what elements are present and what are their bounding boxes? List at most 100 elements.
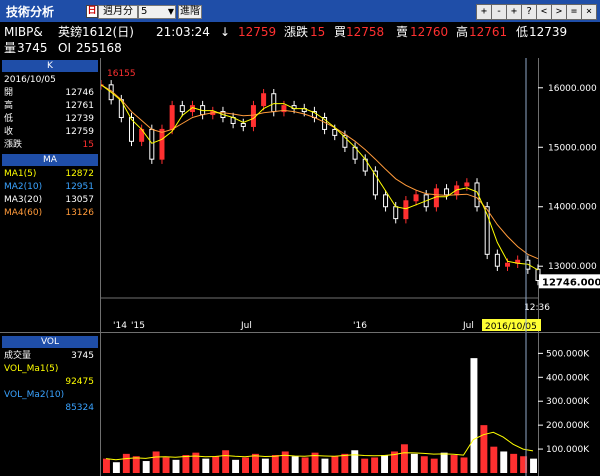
volume-bar [410, 453, 418, 473]
period-day-icon[interactable]: 日 [86, 5, 98, 18]
volume-bar [152, 451, 160, 473]
candle-body [261, 93, 267, 107]
k-row-high: 高 12761 [4, 101, 94, 111]
volume-label: 量 [4, 41, 17, 55]
app-title: 技術分析 [6, 5, 55, 19]
high-marker-label: 16155 [107, 69, 136, 79]
volume-bar [440, 452, 448, 473]
close-icon[interactable]: × [581, 4, 597, 20]
x-tick-label: '14 [113, 321, 127, 331]
volume-bar [182, 455, 190, 473]
candle-body [413, 194, 419, 202]
quote-time: 21:03:24 [156, 25, 210, 39]
volume-bar [371, 457, 379, 473]
volume-bar [142, 461, 150, 473]
period-selector[interactable]: 週月分 [98, 5, 138, 19]
candle-body [494, 253, 500, 267]
volume-chart[interactable]: 500.000K 400.000K 300.000K 200.000K 100.000K [101, 333, 600, 476]
volume-bar [460, 457, 468, 473]
ma-short-line [101, 84, 539, 271]
ma1-row: MA1(5) 12872 [4, 169, 94, 179]
volume-bar [212, 456, 220, 473]
volume-bar [490, 446, 498, 473]
vol-row-volume: 成交量 3745 [4, 351, 94, 361]
ask-value: 12760 [410, 25, 449, 39]
indicator-panel: K 2016/10/05 開 12746 高 12761 低 12739 收 12759… [0, 58, 100, 476]
volume-bar [132, 456, 140, 473]
volume-bar [162, 457, 170, 473]
instrument-name: 英鎊1612(日) [58, 25, 134, 39]
volume-bar [122, 453, 130, 473]
volume-bar [361, 458, 369, 473]
interval-value: 5 [141, 6, 148, 17]
help-icon[interactable]: ? [521, 4, 537, 20]
price-chart[interactable]: 16000.000 15000.000 14000.000 13000.000 1615… [101, 58, 600, 332]
volume-bar [251, 453, 259, 473]
volume-bar [261, 458, 269, 473]
volume-bar [242, 457, 249, 473]
add-icon[interactable]: + [476, 4, 492, 20]
ma-section-header: MA [2, 154, 98, 166]
ma-line [101, 84, 539, 260]
minus-icon[interactable]: - [491, 4, 507, 20]
oi-label: OI [58, 41, 71, 55]
volume-bar [450, 455, 458, 473]
volume-bar [232, 459, 240, 473]
vol-y-tick-label: 200.000K [546, 421, 590, 431]
symbol-code: MIBP& [4, 25, 43, 39]
volume-bar [420, 456, 428, 473]
title-bar: 技術分析 日 週月分 5 ▼ 進階 + - + ? < > = × [0, 0, 600, 22]
low-value: 12739 [529, 25, 568, 39]
layout-icon[interactable]: = [566, 4, 582, 20]
y-tick-label: 15000.000 [548, 143, 597, 153]
ma3-row: MA3(20) 13057 [4, 195, 94, 205]
interval-select[interactable]: 5 ▼ [138, 5, 176, 19]
current-time-label: 12:36 [524, 303, 550, 313]
bid-label: 買 [334, 25, 347, 39]
change-label: 漲跌 [284, 25, 309, 39]
vol-ma2-label: VOL_Ma2(10) [4, 390, 65, 400]
candle-body [393, 206, 399, 220]
volume-bar [510, 453, 518, 473]
scroll-right-icon[interactable]: > [551, 4, 567, 20]
candle-body [403, 200, 409, 220]
candle-body [505, 262, 511, 267]
ma2-row: MA2(10) 12951 [4, 182, 94, 192]
y-tick-label: 14000.000 [548, 203, 597, 213]
volume-value: 3745 [17, 41, 48, 55]
candle-body [250, 105, 256, 127]
bid-value: 12758 [346, 25, 385, 39]
volume-bar [112, 462, 120, 473]
window-controls: + - + ? < > = × [476, 4, 597, 20]
high-label: 高 [456, 25, 469, 39]
k-row-change: 漲跌 15 [4, 140, 94, 150]
scroll-left-icon[interactable]: < [536, 4, 552, 20]
volume-bar [103, 458, 110, 473]
y-tick-label: 16000.000 [548, 84, 597, 94]
low-label: 低 [516, 25, 529, 39]
volume-bar [430, 458, 438, 473]
vol-y-tick-label: 500.000K [546, 349, 590, 359]
volume-ma-line [105, 431, 534, 461]
vol-ma1-value: 92475 [65, 377, 94, 387]
x-tick-label: '15 [131, 321, 145, 331]
vol-ma1-label: VOL_Ma1(5) [4, 364, 59, 374]
current-price-label: 12746.000 [542, 277, 600, 288]
ask-label: 賣 [396, 25, 409, 39]
candle-body [149, 128, 155, 160]
volume-bar [222, 450, 230, 473]
candle-body [169, 105, 175, 130]
advanced-button[interactable]: 進階 [178, 5, 202, 19]
volume-bar [530, 458, 537, 473]
oi-value: 255168 [76, 41, 122, 55]
y-tick-label: 13000.000 [548, 262, 597, 272]
x-tick-label: Jul [462, 321, 474, 331]
candle-body [332, 128, 338, 136]
volume-bar [281, 451, 289, 473]
vol-y-tick-label: 400.000K [546, 373, 590, 383]
zoom-in-icon[interactable]: + [506, 4, 522, 20]
current-date-label: 2016/10/05 [485, 322, 537, 332]
volume-bar [341, 453, 349, 473]
last-price: 12759 [238, 25, 277, 39]
volume-bar [172, 459, 180, 473]
